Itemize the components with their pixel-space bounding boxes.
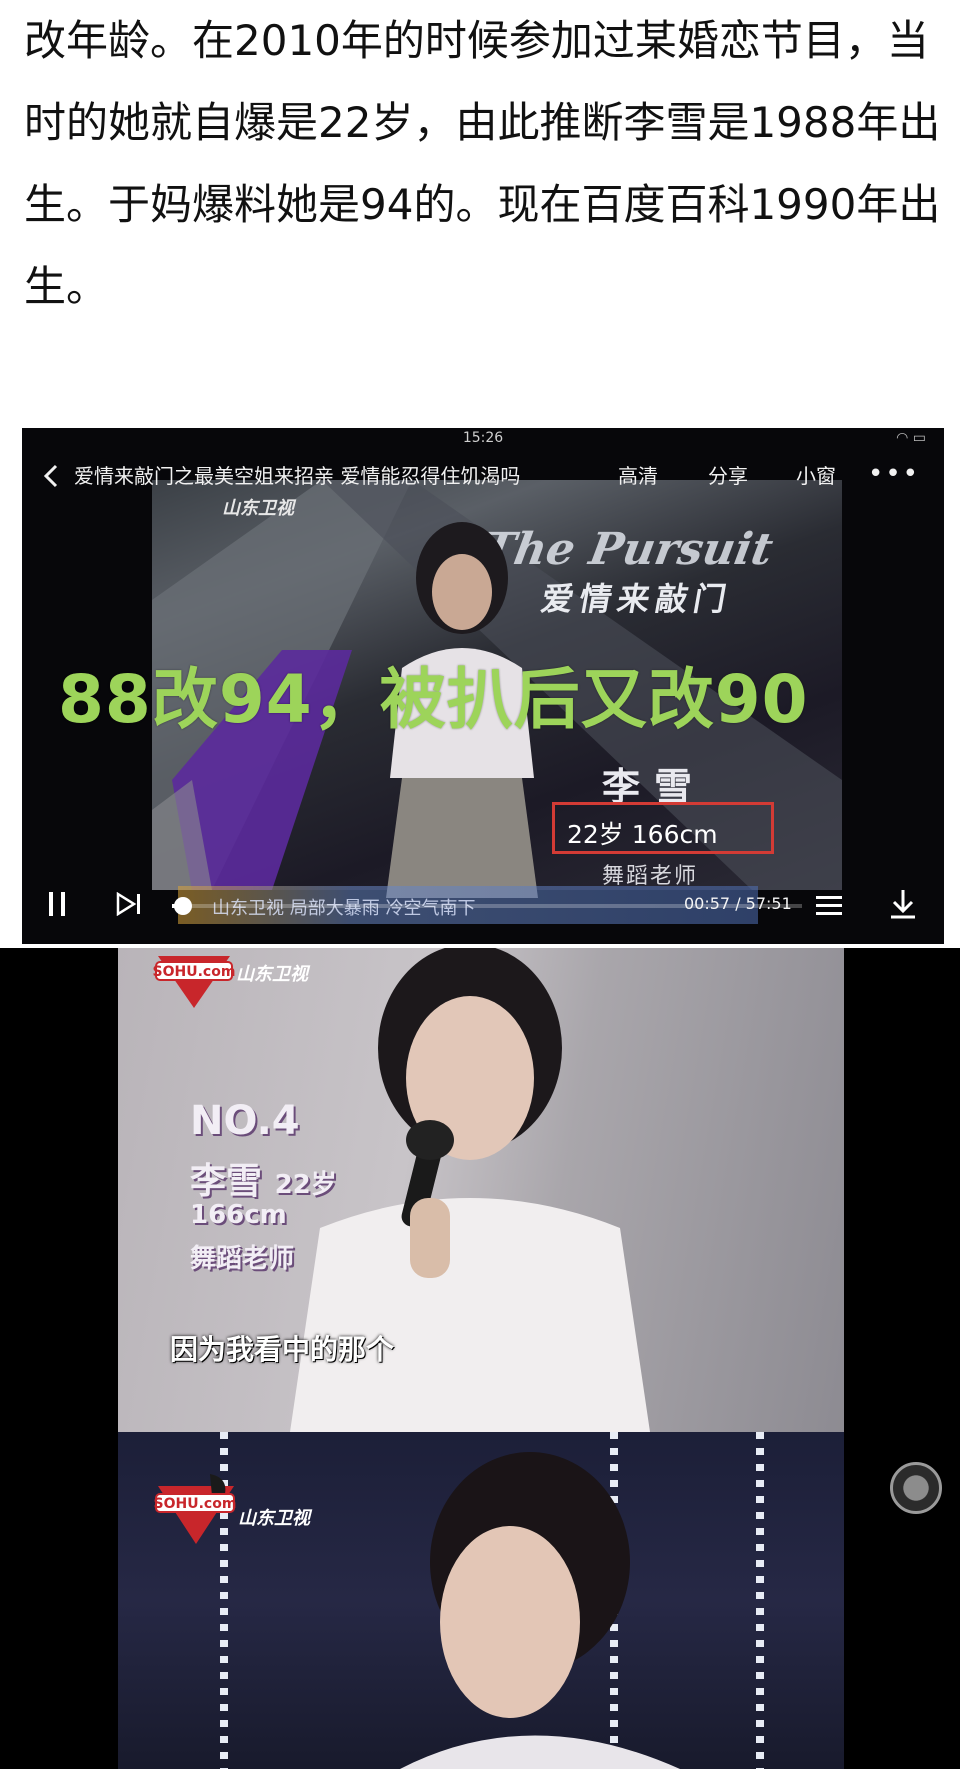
sohu-logo-text-3: SOHU.com — [154, 1496, 237, 1512]
share-button[interactable]: 分享 — [708, 462, 748, 490]
download-icon[interactable] — [888, 888, 918, 920]
overlay-caption: 88改94，被扒后又改90 — [58, 661, 809, 738]
sohu-logo-3: SOHU.com — [154, 1474, 237, 1544]
playlist-icon[interactable] — [816, 894, 842, 916]
channel-logo: 山东卫视 — [222, 498, 294, 519]
video-frame-3: SOHU.com 山东卫视 — [0, 1432, 960, 1769]
sohu-logo: SOHU.com — [153, 956, 236, 1008]
hd-button[interactable]: 高清 — [618, 462, 658, 490]
more-options-icon[interactable]: ••• — [868, 460, 920, 488]
player-controls: 山东卫视 局部大暴雨 冷空气南下 00:57 / 57:51 — [22, 880, 944, 930]
floating-action-button[interactable] — [890, 1462, 942, 1514]
time-display: 00:57 / 57:51 — [684, 894, 792, 913]
sohu-logo-text: SOHU.com — [153, 964, 236, 980]
next-icon[interactable] — [116, 892, 142, 916]
progress-thumb[interactable] — [173, 897, 192, 915]
light-strip-right — [756, 1432, 764, 1769]
info-highlight-box: 22岁 166cm — [552, 802, 774, 854]
pause-icon[interactable] — [48, 892, 66, 916]
video-frame-2: SOHU.com 山东卫视 NO.4 李雪 22岁 166cm 舞蹈老师 因为我… — [0, 948, 960, 1432]
video-top-bar: 爱情来敲门之最美空姐来招亲 爱情能忍得住饥渴吗 高清 分享 小窗 ••• — [22, 456, 944, 496]
status-bar-icons: ◠ ▭ — [896, 430, 926, 446]
status-bar-time: 15:26 — [462, 430, 504, 446]
subtitle-text: 因为我看中的那个 — [170, 1333, 395, 1366]
video-title: 爱情来敲门之最美空姐来招亲 爱情能忍得住饥渴吗 — [74, 464, 521, 488]
back-arrow-icon[interactable] — [40, 462, 62, 490]
contestant-name-2: 李雪 22岁 — [190, 1152, 337, 1204]
mini-window-button[interactable]: 小窗 — [796, 462, 836, 490]
channel-label-3: 山东卫视 — [238, 1508, 310, 1529]
article-paragraph: 改年龄。在2010年的时候参加过某婚恋节目，当时的她就自爆是22岁，由此推断李雪… — [24, 16, 941, 311]
contestant-figure-3 — [400, 1452, 680, 1769]
video-player-screenshot: 15:26 ◠ ▭ 爱情来敲门之最美空姐来招亲 爱情能忍得住饥渴吗 高清 分享 … — [22, 428, 944, 944]
name-text: 李雪 — [190, 1161, 263, 1202]
contestant-number: NO.4 — [190, 1098, 300, 1144]
wifi-icon: ◠ — [896, 430, 909, 446]
age-text: 22岁 — [274, 1170, 337, 1200]
height-text: 166cm — [190, 1200, 287, 1230]
battery-icon: ▭ — [912, 430, 926, 446]
contestant-info: 22岁 166cm — [567, 820, 718, 849]
job-text: 舞蹈老师 — [190, 1244, 295, 1274]
article-body: 改年龄。在2010年的时候参加过某婚恋节目，当时的她就自爆是22岁，由此推断李雪… — [24, 0, 944, 328]
